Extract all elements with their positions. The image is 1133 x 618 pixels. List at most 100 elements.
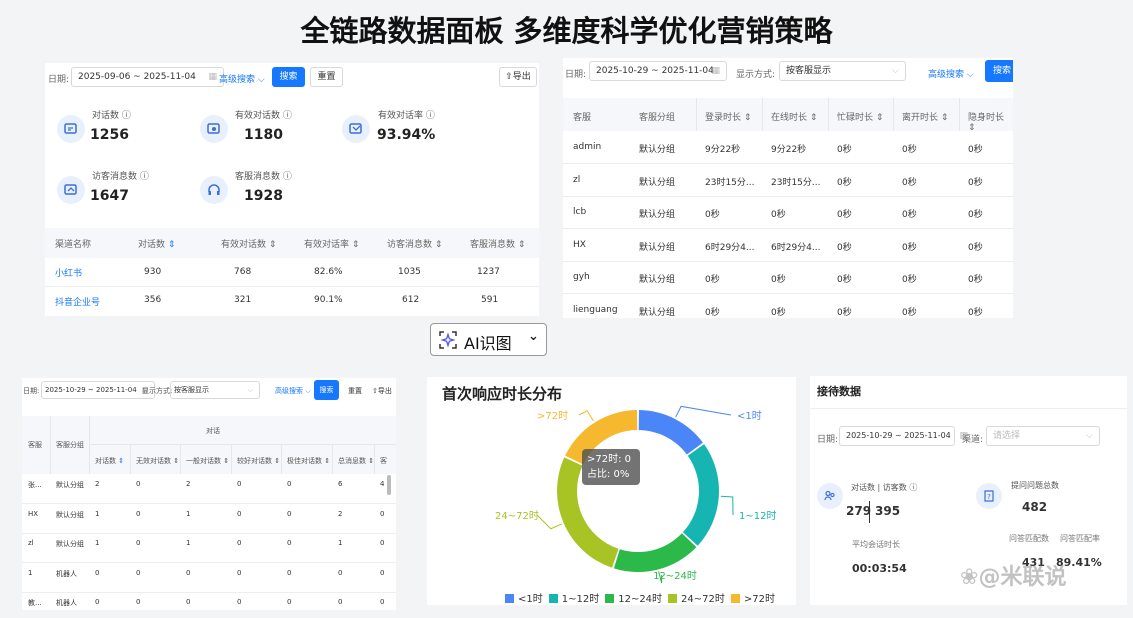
legend-swatch [548,594,558,603]
col-login-duration[interactable]: 登录时长 ⇕ [705,110,751,123]
stat-value-agent-messages: 1928 [244,188,283,204]
col-channel: 渠道名称 [55,240,92,250]
reset-button[interactable]: 重置 [310,67,343,87]
column-header[interactable]: 对话数 ⇕ [95,456,124,466]
display-mode-select[interactable]: 按客服显示 ⌵ [170,381,260,399]
table-cell: 1035 [398,267,421,277]
date-range-picker[interactable]: 2025-09-06 ~ 2025-11-04 ▦ [71,67,224,87]
search-button[interactable]: 搜索 [314,380,339,400]
answered-label: 问答匹配数 [1009,534,1049,543]
table-cell: 0秒 [968,275,983,285]
legend-item[interactable]: 1~12时 [548,590,599,605]
channel-link[interactable]: 抖音企业号 [55,295,100,308]
legend-item[interactable]: <1时 [505,590,543,605]
col-busy-duration[interactable]: 忙碌时长 ⇕ [837,110,883,123]
table-cell: 6时29分4... [771,242,821,253]
advanced-search-link[interactable]: 高级搜索 ⌵ [219,72,265,85]
table-cell: 591 [481,295,499,305]
col-valid-conversations[interactable]: 有效对话数 ⇕ [221,237,276,250]
leader-line [720,495,734,516]
info-icon: ⓘ [425,111,435,121]
col-agent: 客服 [28,441,42,449]
stat-label-visitor-messages: 访客消息数 ⓘ [92,172,149,182]
column-header[interactable]: 总消息数 ⇕ [338,456,374,466]
divider [180,445,181,474]
table-cell: 82.6% [314,267,343,277]
date-range-picker[interactable]: 2025-10-29 ~ 2025-11-04 ▦ [589,61,727,81]
divider [22,591,396,593]
column-header[interactable]: 无效对话数 ⇕ [136,456,179,466]
col-invisible-duration[interactable]: 隐身时长 ⇕ [968,110,1013,133]
chevron-down-icon: ⌵ [892,66,899,76]
table-cell: 0秒 [837,275,852,285]
weibo-icon: ❀ [960,565,979,590]
col-agent: 客服 [573,113,592,123]
col-agent-messages[interactable]: 客服消息数 ⇕ [470,237,525,250]
col-valid-rate[interactable]: 有效对话率 ⇕ [304,237,359,250]
conversation-quality-panel: 日期: 2025-10-29 ~ 2025-11-04 ▦ 显示方式: 按客服显… [22,378,396,610]
table-cell: lienguang [573,304,618,315]
info-icon: ⓘ [139,172,149,182]
table-cell: zl [28,539,34,547]
export-button[interactable]: ⇧导出 [372,386,392,396]
stat-value-valid-conversations: 1180 [244,127,283,143]
search-button[interactable]: 搜索 [272,67,305,87]
legend-swatch [668,594,678,603]
column-header[interactable]: 较好对话数 ⇕ [237,456,280,466]
table-cell: 0 [136,568,141,577]
legend-item[interactable]: 12~24时 [605,590,662,605]
column-header[interactable]: 一般对话数 ⇕ [186,456,229,466]
sort-icon: ⇕ [221,457,230,465]
search-button[interactable]: 搜索 [985,60,1013,82]
col-conversations[interactable]: 对话数 ⇕ [138,237,175,250]
date-range-picker[interactable]: 2025-10-29 ~ 2025-11-04 ▦ [41,381,155,399]
column-header[interactable]: 极佳对话数 ⇕ [287,456,330,466]
match-rate-label: 问答匹配率 [1060,534,1100,543]
table-cell: gyh [573,272,590,282]
first-response-chart-panel: 首次响应时长分布 <1时 1~12时 12~24时 24~72时 >72时 >72时: … [427,377,796,605]
export-button[interactable]: ⇧导出 [499,67,537,87]
col-away-duration[interactable]: 离开时长 ⇕ [902,110,948,123]
legend-item[interactable]: 24~72时 [668,590,725,605]
col-visitor-messages[interactable]: 访客消息数 ⇕ [387,237,442,250]
channel-stats-panel: 日期: 2025-09-06 ~ 2025-11-04 ▦ 高级搜索 ⌵ 搜索 … [45,63,539,316]
stat-label-valid-rate: 有效对话率 ⓘ [378,111,435,121]
table-cell: 1 [95,509,100,518]
page-title: 全链路数据面板 多维度科学优化营销策略 [300,14,833,48]
table-cell: 0 [95,568,100,577]
date-range-value: 2025-10-29 ~ 2025-11-04 [846,431,951,440]
ai-recognize-button[interactable]: AI识图 ⌄ [430,323,547,356]
display-mode-value: 按客服显示 [786,66,832,76]
scrollbar[interactable] [387,475,391,495]
reset-button[interactable]: 重置 [348,386,362,396]
col-group: 客服分组 [56,441,84,449]
donut-slice[interactable] [682,444,719,546]
table-cell: 0 [287,480,292,488]
column-header[interactable]: 客 [380,456,387,466]
table-cell: 4 [380,480,385,488]
table-cell: 1 [338,539,343,547]
sort-icon: ⇕ [322,457,331,465]
visitor-msg-icon [57,176,85,204]
display-mode-select[interactable]: 按客服显示 ⌵ [779,61,906,81]
table-cell: 1 [28,568,33,577]
channel-select[interactable]: 请选择 ⌵ [986,426,1100,446]
visitors-value: 395 [875,504,901,518]
date-range-picker[interactable]: 2025-10-29 ~ 2025-11-04 ▦ [839,426,968,446]
channel-link[interactable]: 小红书 [55,266,82,279]
table-cell: HX [28,509,39,518]
donut-slice[interactable] [638,410,703,455]
advanced-search-link[interactable]: 高级搜索 ⌵ [928,67,974,80]
legend-item[interactable]: >72时 [730,590,775,605]
advanced-search-link[interactable]: 高级搜索 ⌵ [275,386,311,396]
table-cell: 0 [380,539,385,547]
divider [696,98,697,131]
avg-session-label: 平均会话时长 [852,540,900,549]
col-online-duration[interactable]: 在线时长 ⇕ [771,110,817,123]
divider [893,98,894,131]
table-cell: 0秒 [902,145,917,155]
table-cell: 321 [234,295,252,305]
divider [563,228,1013,229]
donut-slice[interactable] [613,533,697,572]
ai-button-label: AI识图 [464,334,512,353]
